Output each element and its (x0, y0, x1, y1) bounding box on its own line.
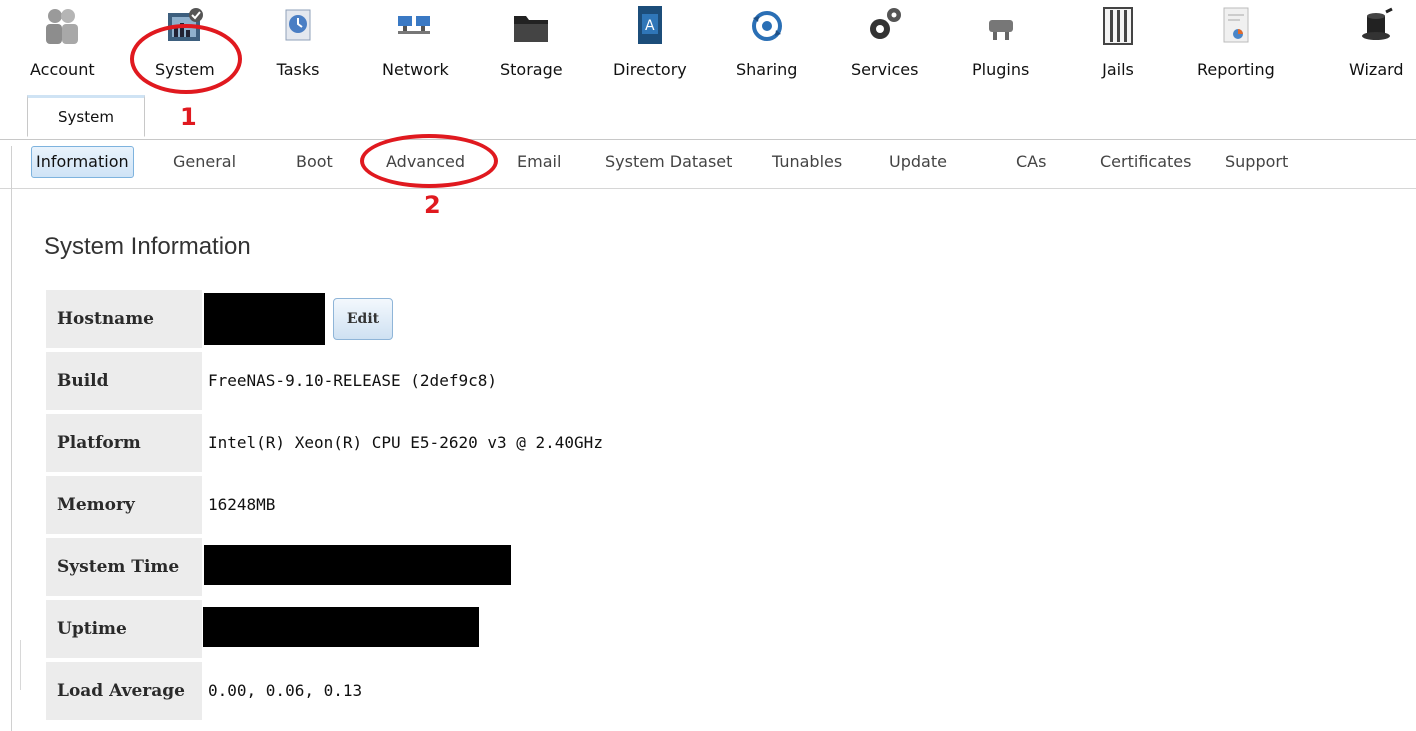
system-subnav: Information General Boot Advanced Email … (0, 140, 1416, 189)
subnav-email[interactable]: Email (517, 146, 561, 178)
edit-hostname-button[interactable]: Edit (333, 298, 393, 340)
left-divider (11, 146, 12, 731)
toolbar-storage[interactable]: Storage (500, 2, 563, 79)
toolbar-tasks[interactable]: Tasks (276, 2, 320, 79)
toolbar-storage-label: Storage (500, 60, 563, 79)
row-value: FreeNAS-9.10-RELEASE (2def9c8) (208, 371, 497, 390)
row-label: Platform (46, 414, 202, 472)
toolbar-services[interactable]: Services (851, 2, 918, 79)
subnav-update[interactable]: Update (889, 146, 947, 178)
redacted-system-time (204, 545, 511, 585)
subnav-cas[interactable]: CAs (1016, 146, 1046, 178)
row-value: 16248MB (208, 495, 276, 514)
row-label: Load Average (46, 662, 202, 720)
toolbar-jails-label: Jails (1102, 60, 1134, 79)
directory-icon: A (628, 2, 672, 50)
tab-bar: System (0, 95, 1416, 140)
subnav-system-dataset[interactable]: System Dataset (605, 146, 732, 178)
toolbar-plugins-label: Plugins (972, 60, 1030, 79)
table-row-hostname: Hostname Edit (46, 290, 746, 348)
toolbar-sharing[interactable]: Sharing (736, 2, 797, 79)
row-label: Build (46, 352, 202, 410)
subnav-support[interactable]: Support (1225, 146, 1288, 178)
row-label: Hostname (46, 290, 202, 348)
toolbar-wizard[interactable]: Wizard (1349, 2, 1404, 79)
row-value: 0.00, 0.06, 0.13 (208, 681, 363, 700)
subnav-information[interactable]: Information (31, 146, 134, 178)
toolbar-jails[interactable]: Jails (1096, 2, 1140, 79)
wizard-icon (1354, 2, 1398, 50)
subnav-tunables[interactable]: Tunables (772, 146, 842, 178)
row-label: Memory (46, 476, 202, 534)
table-row-uptime: Uptime (46, 600, 746, 658)
services-icon (863, 2, 907, 50)
toolbar-services-label: Services (851, 60, 919, 79)
tab-system[interactable]: System (27, 95, 145, 137)
table-row-memory: Memory 16248MB (46, 476, 746, 534)
subnav-certificates[interactable]: Certificates (1100, 146, 1191, 178)
row-label: Uptime (46, 600, 202, 658)
table-row-system-time: System Time (46, 538, 746, 596)
redacted-uptime (203, 607, 479, 647)
annotation-step-1: 1 (180, 103, 197, 131)
network-icon (393, 2, 437, 50)
table-row-load-average: Load Average 0.00, 0.06, 0.13 (46, 662, 746, 720)
subnav-boot[interactable]: Boot (296, 146, 333, 178)
toolbar-sharing-label: Sharing (736, 60, 798, 79)
annotation-step-2: 2 (424, 191, 441, 219)
annotation-circle-system (130, 24, 242, 94)
jails-icon (1096, 2, 1140, 50)
toolbar-network[interactable]: Network (382, 2, 449, 79)
plugins-icon (979, 2, 1023, 50)
redacted-hostname (204, 293, 325, 345)
storage-icon (509, 2, 553, 50)
annotation-circle-advanced (360, 134, 498, 188)
page-title: System Information (44, 233, 251, 260)
toolbar-wizard-label: Wizard (1349, 60, 1404, 79)
left-splitter[interactable] (20, 640, 21, 690)
table-row-platform: Platform Intel(R) Xeon(R) CPU E5-2620 v3… (46, 414, 746, 472)
svg-text:A: A (645, 18, 655, 34)
subnav-general[interactable]: General (173, 146, 236, 178)
toolbar-reporting-label: Reporting (1197, 60, 1275, 79)
reporting-icon (1214, 2, 1258, 50)
toolbar-account[interactable]: Account (30, 2, 95, 79)
toolbar-reporting[interactable]: Reporting (1197, 2, 1275, 79)
toolbar-account-label: Account (30, 60, 95, 79)
toolbar-network-label: Network (382, 60, 449, 79)
toolbar-directory[interactable]: A Directory (613, 2, 687, 79)
toolbar-plugins[interactable]: Plugins (972, 2, 1029, 79)
sharing-icon (745, 2, 789, 50)
toolbar-directory-label: Directory (613, 60, 687, 79)
tasks-icon (276, 2, 320, 50)
row-label: System Time (46, 538, 202, 596)
toolbar-tasks-label: Tasks (276, 60, 320, 79)
row-value: Intel(R) Xeon(R) CPU E5-2620 v3 @ 2.40GH… (208, 433, 603, 452)
table-row-build: Build FreeNAS-9.10-RELEASE (2def9c8) (46, 352, 746, 410)
account-icon (40, 2, 84, 50)
